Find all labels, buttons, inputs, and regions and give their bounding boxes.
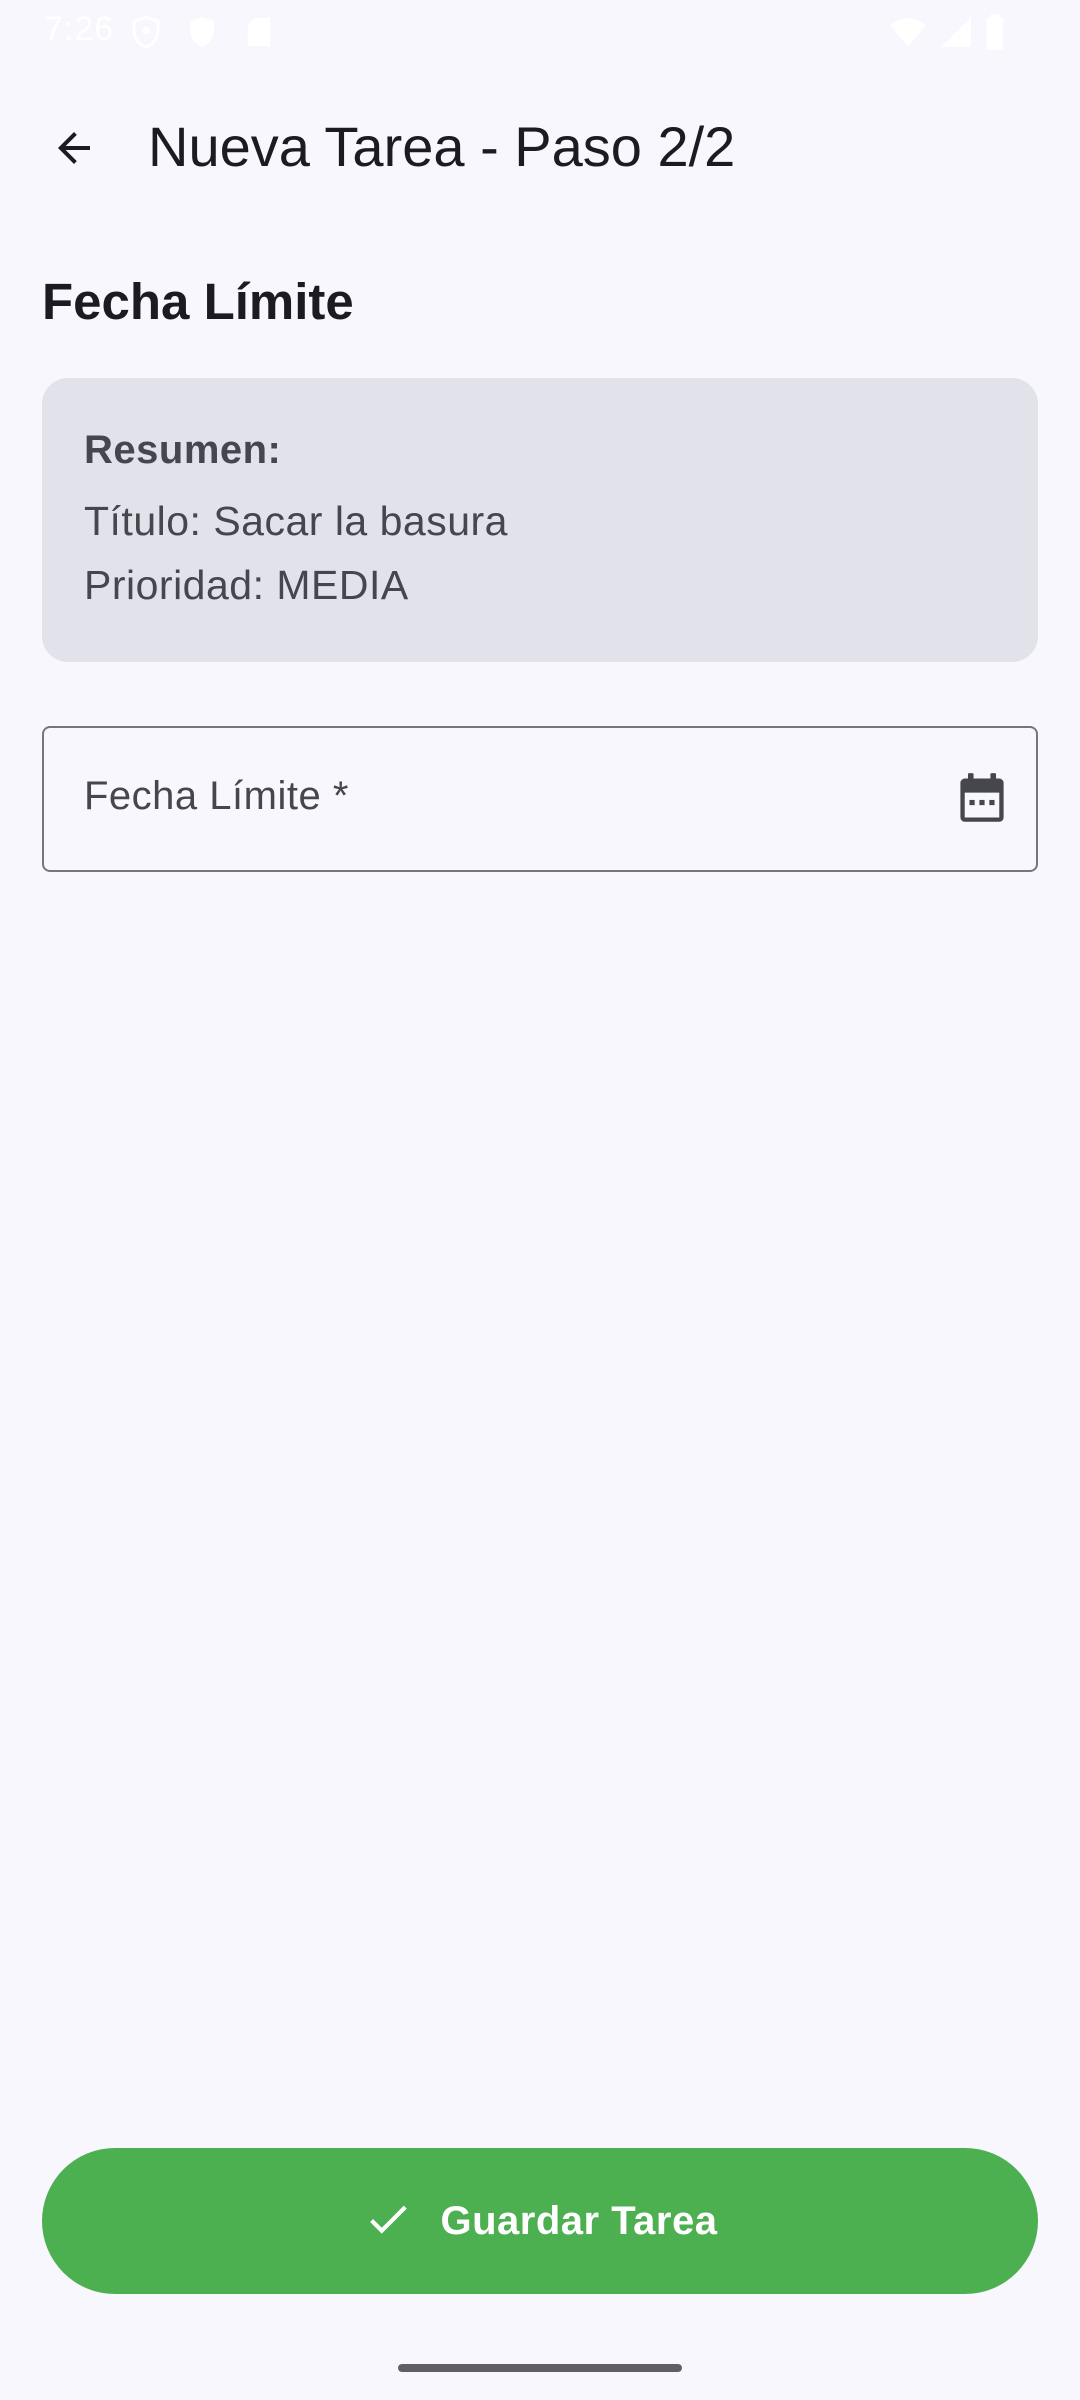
wifi-icon [888, 14, 928, 55]
due-date-field[interactable]: Fecha Límite * [42, 726, 1038, 872]
section-title: Fecha Límite [42, 273, 354, 330]
page-title: Nueva Tarea - Paso 2/2 [148, 115, 736, 178]
check-icon [363, 2194, 413, 2249]
save-task-button[interactable]: Guardar Tarea [42, 2148, 1038, 2294]
calendar-icon [956, 771, 1008, 830]
back-button[interactable] [34, 110, 114, 190]
summary-title-line: Título: Sacar la basura [84, 498, 508, 544]
save-task-label: Guardar Tarea [440, 2198, 718, 2243]
summary-priority-line: Prioridad: MEDIA [84, 562, 409, 608]
cellular-signal-icon [938, 14, 974, 55]
gesture-navigation-bar[interactable] [398, 2364, 682, 2372]
status-bar: 7:26 [0, 0, 1080, 64]
shield-icon [128, 14, 164, 55]
status-time: 7:26 [44, 10, 115, 48]
summary-heading: Resumen: [84, 428, 282, 472]
calendar-button[interactable] [950, 768, 1014, 832]
summary-card: Resumen: Título: Sacar la basura Priorid… [42, 378, 1038, 662]
sd-card-icon [242, 14, 276, 55]
battery-icon [984, 14, 1006, 55]
top-app-bar: Nueva Tarea - Paso 2/2 [0, 80, 1080, 214]
due-date-label: Fecha Límite * [84, 774, 349, 818]
location-shield-icon [184, 14, 220, 55]
arrow-back-icon [50, 124, 98, 177]
